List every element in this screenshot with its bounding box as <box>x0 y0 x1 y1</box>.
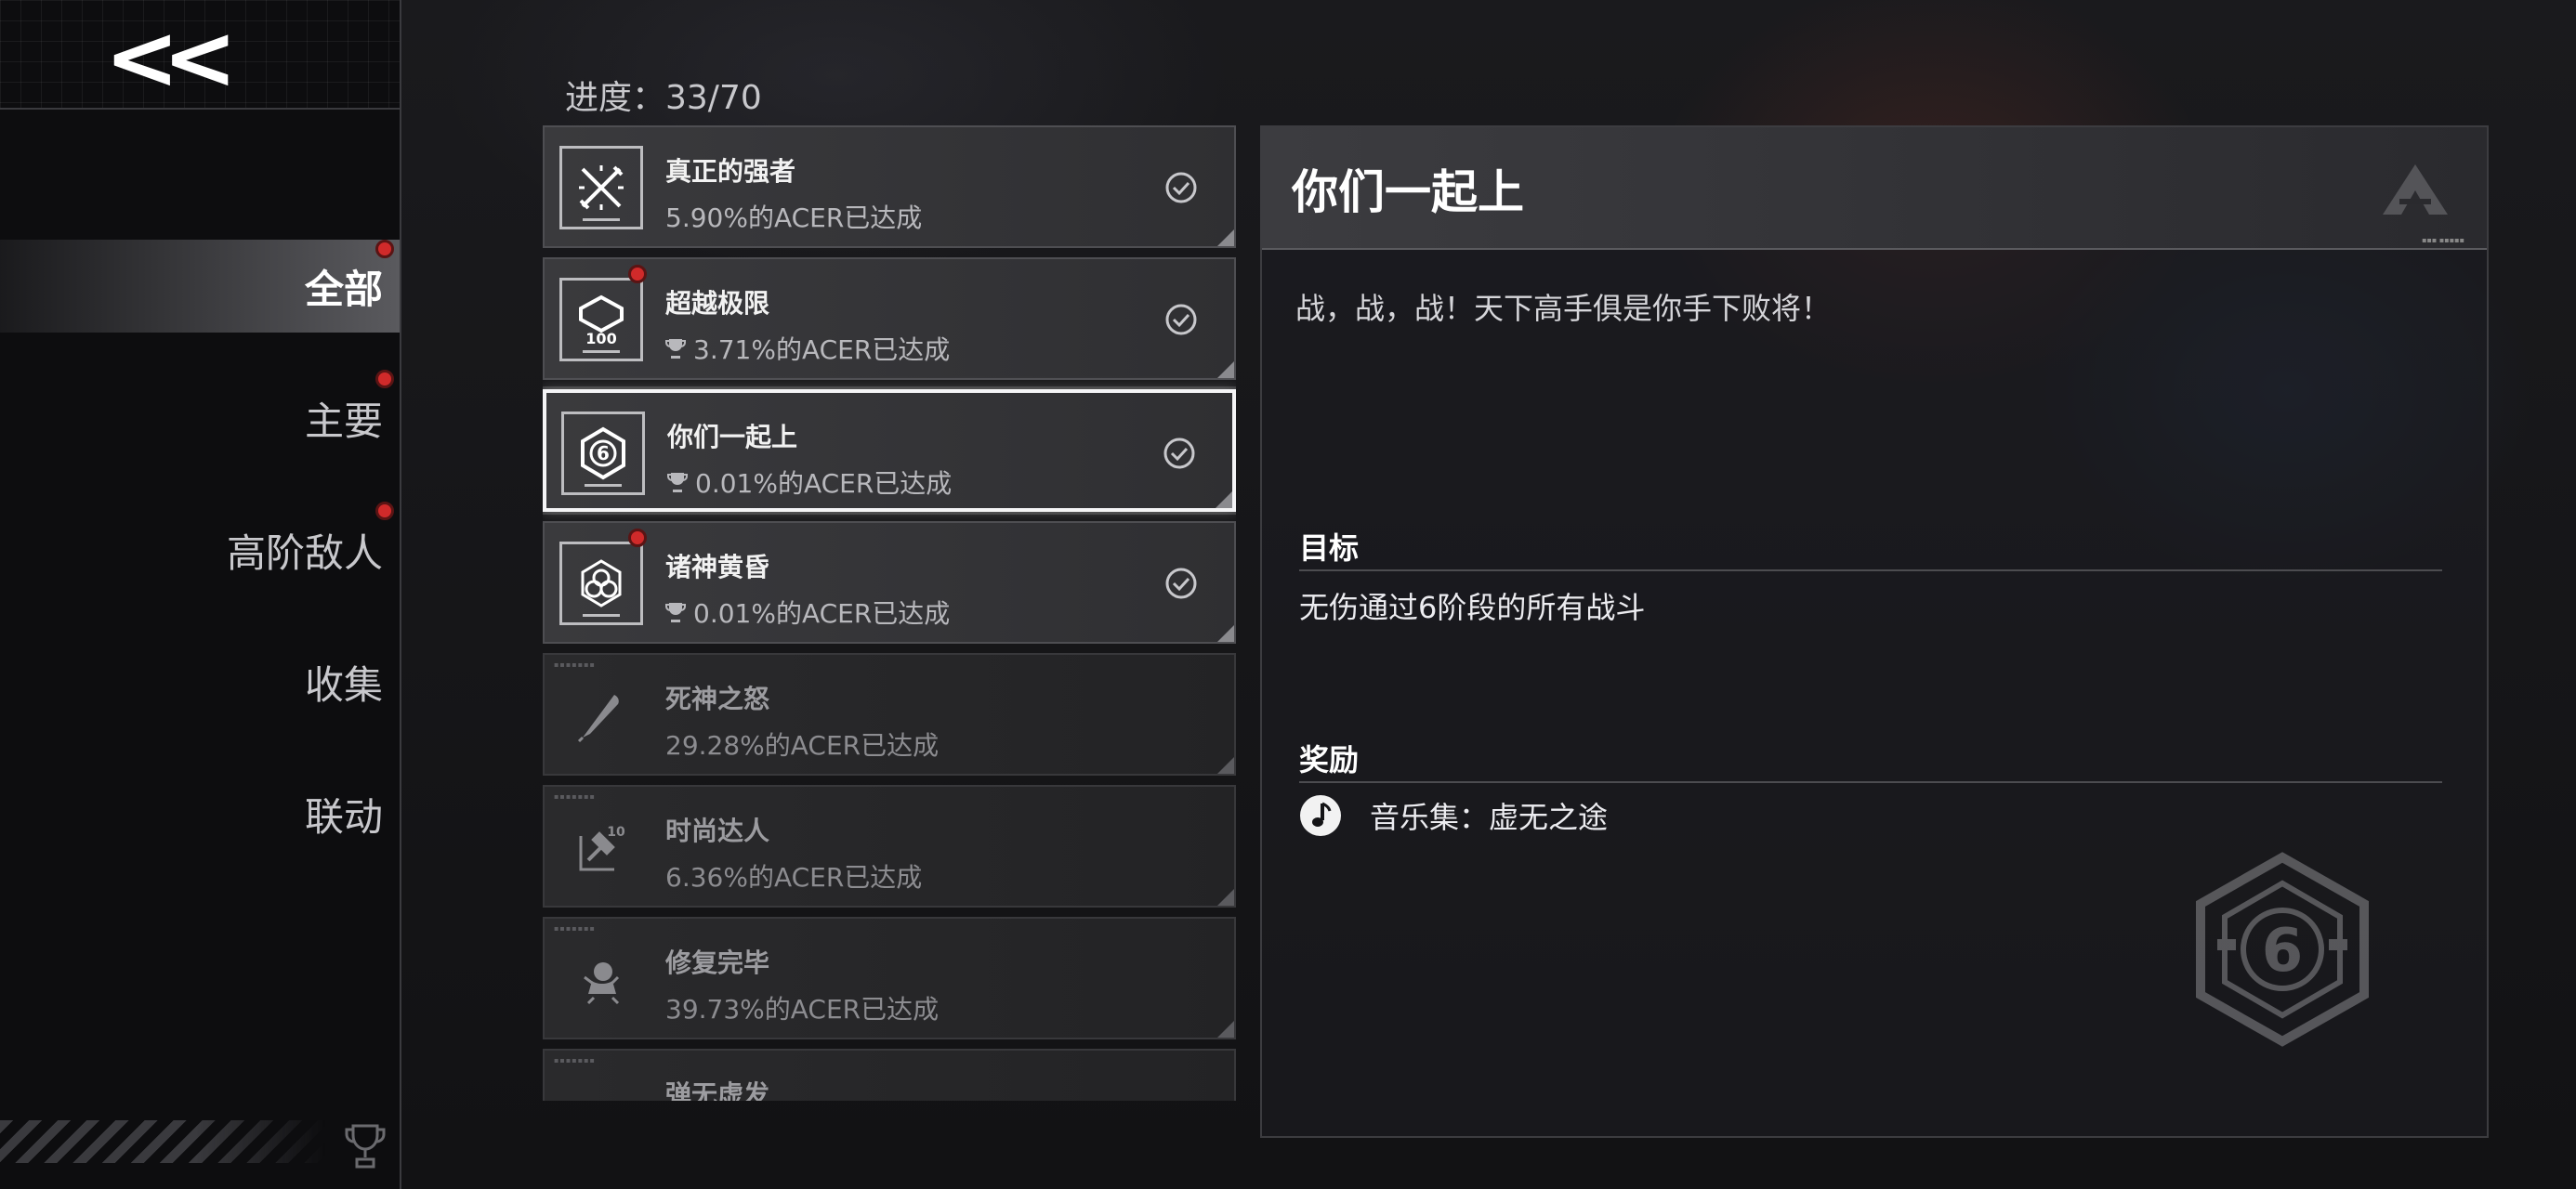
category-label: 联动 <box>304 793 383 840</box>
corner-mark <box>1217 889 1234 906</box>
achievement-item[interactable]: 诸神黄昏 0.01%的ACER已达成 <box>543 521 1236 644</box>
svg-text:6: 6 <box>597 442 610 464</box>
achievement-item[interactable]: ▪▪▪▪▪▪▪ 弹无虚发 <box>543 1049 1236 1101</box>
checkmark-icon <box>1163 438 1195 469</box>
achievement-item[interactable]: 100 超越极限 3.71%的ACER已达成 <box>543 257 1236 380</box>
achievement-percent: 6.36%的ACER已达成 <box>665 862 923 893</box>
six-hexagon-icon: 6 <box>2196 852 2369 1047</box>
reward-divider <box>1299 781 2442 783</box>
item-tag: ▪▪▪▪▪▪▪ <box>554 792 596 801</box>
achievement-name: 真正的强者 <box>665 156 796 187</box>
progress-counter: 进度：33/70 <box>565 79 762 117</box>
corner-mark <box>1217 625 1234 642</box>
achievement-percent: 29.28%的ACER已达成 <box>665 730 940 761</box>
category-elite-enemies[interactable]: 高阶敌人 <box>0 503 400 596</box>
music-note-icon <box>1300 795 1341 836</box>
detail-description: 战，战，战！天下高手俱是你手下败将！ <box>1295 291 1832 326</box>
new-badge-dot <box>628 265 647 283</box>
trophy-icon <box>667 473 688 492</box>
achievement-icon-frame: 10 <box>559 805 643 889</box>
trophy-icon <box>665 603 686 622</box>
achievement-percent: 0.01%的ACER已达成 <box>667 464 952 501</box>
category-label: 高阶敌人 <box>226 529 383 576</box>
goal-text: 无伤通过6阶段的所有战斗 <box>1299 590 1646 625</box>
achievement-item[interactable]: ▪▪▪▪▪▪▪ 10 时尚达人 6.36%的ACER已达成 <box>543 785 1236 908</box>
category-collection[interactable]: 收集 <box>0 635 400 728</box>
achievement-item[interactable]: 真正的强者 5.90%的ACER已达成 <box>543 125 1236 248</box>
achievement-name: 时尚达人 <box>665 816 770 846</box>
reward-heading: 奖励 <box>1299 742 1360 777</box>
category-all[interactable]: 全部 <box>0 240 400 333</box>
achievement-icon-frame <box>559 146 643 229</box>
achievement-icon-frame <box>559 937 643 1021</box>
checkmark-icon <box>1165 172 1197 203</box>
badge-number: 6 <box>2262 917 2304 986</box>
achievement-name: 诸神黄昏 <box>665 552 770 582</box>
category-label: 全部 <box>304 266 383 312</box>
logo-tag: ▪▪▪ ▪▪▪▪▪ <box>2422 236 2464 244</box>
corner-mark <box>1216 491 1232 508</box>
corner-mark <box>1217 1021 1234 1038</box>
game-logo-icon <box>2383 164 2448 215</box>
new-badge-dot <box>628 529 647 547</box>
achievement-item[interactable]: ▪▪▪▪▪▪▪ 死神之怒 29.28%的ACER已达成 <box>543 653 1236 776</box>
item-tag: ▪▪▪▪▪▪▪ <box>554 660 596 669</box>
hammer-ten-icon: 10 <box>579 825 625 871</box>
achievement-item[interactable]: ▪▪▪▪▪▪▪ 修复完毕 39.73%的ACER已达成 <box>543 917 1236 1039</box>
achievement-percent: 5.90%的ACER已达成 <box>665 203 923 233</box>
new-badge-dot <box>375 502 394 520</box>
category-sidebar: << 全部 主要 高阶敌人 收集 联动 <box>0 0 401 1189</box>
detail-header: 你们一起上 ▪▪▪ ▪▪▪▪▪ <box>1262 127 2487 250</box>
achievement-list[interactable]: 真正的强者 5.90%的ACER已达成 100 超越极限 3.71%的ACER已… <box>543 125 1236 1101</box>
category-main[interactable]: 主要 <box>0 372 400 464</box>
reward-item[interactable]: 音乐集：虚无之途 <box>1299 794 1608 837</box>
corner-mark <box>1217 229 1234 246</box>
hundred-emblem-icon: 100 <box>579 294 624 347</box>
reward-text: 音乐集：虚无之途 <box>1370 800 1609 835</box>
achievement-name: 修复完毕 <box>665 947 770 978</box>
achievement-percent: 39.73%的ACER已达成 <box>665 994 940 1025</box>
trophy-icon <box>665 339 686 359</box>
achievement-name: 超越极限 <box>665 288 770 319</box>
crossed-swords-icon <box>579 165 624 210</box>
corner-mark <box>1217 361 1234 378</box>
trophy-icon[interactable] <box>344 1122 387 1170</box>
target-icon <box>572 1081 631 1101</box>
detail-title: 你们一起上 <box>1292 165 1524 219</box>
triquetra-icon <box>581 559 622 608</box>
item-tag: ▪▪▪▪▪▪▪ <box>554 924 596 933</box>
corner-mark <box>1217 757 1234 774</box>
svg-text:100: 100 <box>585 330 616 347</box>
achievement-name: 你们一起上 <box>667 422 798 452</box>
checkmark-icon <box>1165 568 1197 599</box>
decorative-stripes <box>0 1120 325 1163</box>
achievement-icon-frame: 100 <box>559 278 643 361</box>
svg-text:10: 10 <box>607 825 625 840</box>
back-label: << <box>104 6 238 110</box>
back-button[interactable]: << <box>102 13 238 102</box>
item-tag: ▪▪▪▪▪▪▪ <box>554 1056 596 1065</box>
achievement-name: 弹无虚发 <box>665 1079 770 1101</box>
achievement-percent: 0.01%的ACER已达成 <box>665 594 950 631</box>
achievement-name: 死神之怒 <box>665 684 770 714</box>
category-label: 收集 <box>304 661 383 708</box>
achievement-icon-frame <box>559 673 643 757</box>
new-badge-dot <box>375 370 394 388</box>
new-badge-dot <box>375 240 394 258</box>
robot-icon <box>584 962 620 1005</box>
checkmark-icon <box>1165 304 1197 335</box>
achievement-icon-frame: 6 <box>561 412 645 495</box>
achievement-item-selected[interactable]: 6 你们一起上 0.01%的ACER已达成 <box>543 389 1236 512</box>
achievement-icon-frame <box>559 1069 643 1101</box>
feather-blade-icon <box>577 695 619 743</box>
achievement-icon-frame <box>559 542 643 625</box>
category-collab[interactable]: 联动 <box>0 767 400 860</box>
achievement-percent: 3.71%的ACER已达成 <box>665 330 950 367</box>
achievement-detail-panel: 你们一起上 ▪▪▪ ▪▪▪▪▪ 战，战，战！天下高手俱是你手下败将！ 目标 无伤… <box>1260 125 2489 1138</box>
six-hexagon-icon: 6 <box>581 426 625 480</box>
category-label: 主要 <box>304 398 383 444</box>
goal-heading: 目标 <box>1299 530 1360 566</box>
goal-divider <box>1299 569 2442 571</box>
